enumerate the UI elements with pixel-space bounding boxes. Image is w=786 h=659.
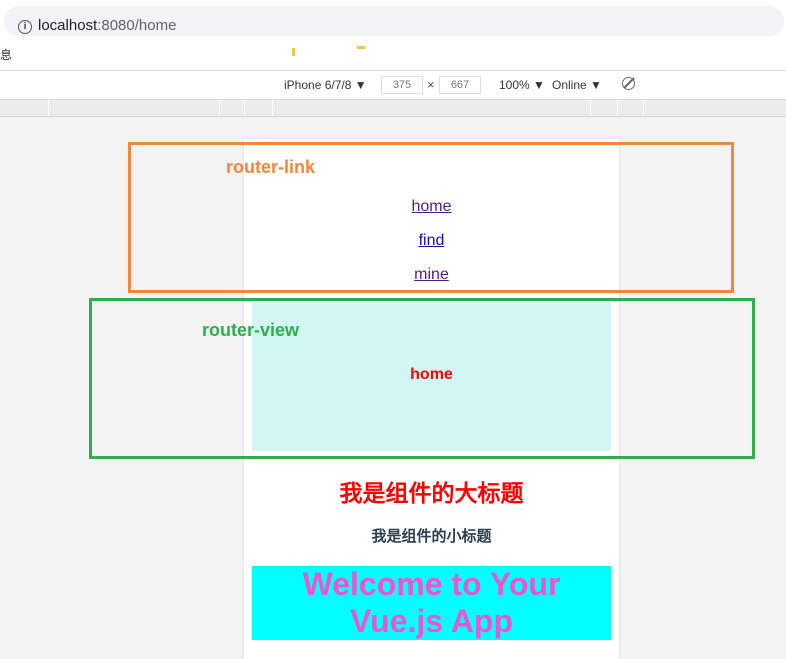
component-big-title: 我是组件的大标题 [339,481,524,507]
device-select[interactable]: iPhone 6/7/8 ▼ [284,78,367,92]
ruler-tick [244,100,245,116]
media-query-ruler[interactable] [0,100,786,117]
welcome-line-2: Vue.js App [350,603,513,639]
network-throttle-select[interactable]: Online ▼ [552,78,602,92]
ruler-tick [617,100,618,116]
device-toolbar: iPhone 6/7/8 ▼ 375 × 667 100% ▼ Online ▼ [0,71,786,100]
rotate-icon[interactable] [622,77,635,90]
router-link-annotation-box [128,142,734,293]
ruler-tick [590,100,591,116]
ruler-tick [643,100,644,116]
welcome-line-1: Welcome to Your [302,566,561,602]
zoom-select[interactable]: 100% ▼ [499,78,545,92]
url-field[interactable]: i localhost:8080/home [4,6,784,36]
welcome-banner: Welcome to Your Vue.js App [252,566,611,640]
router-view-annotation-box [89,298,755,459]
url-host: localhost [38,17,98,34]
ruler-tick [272,100,273,116]
dimension-separator: × [427,77,435,92]
info-icon[interactable]: i [18,20,32,34]
router-view-annotation-label: router-view [202,320,300,340]
component-small-title: 我是组件的小标题 [371,527,492,545]
height-input[interactable]: 667 [439,76,481,94]
width-input[interactable]: 375 [381,76,423,94]
url-text[interactable]: localhost:8080/home [38,17,176,34]
url-path: :8080/home [97,17,177,34]
ruler-tick [219,100,220,116]
bookmark-item[interactable]: 息 [0,46,12,63]
router-link-annotation-label: router-link [226,157,316,177]
bookmark-favicon[interactable] [292,48,295,56]
bookmarks-bar: 息 [0,40,786,71]
ruler-tick [48,100,49,116]
address-bar: i localhost:8080/home [0,0,786,41]
bookmark-favicon[interactable] [357,46,365,49]
